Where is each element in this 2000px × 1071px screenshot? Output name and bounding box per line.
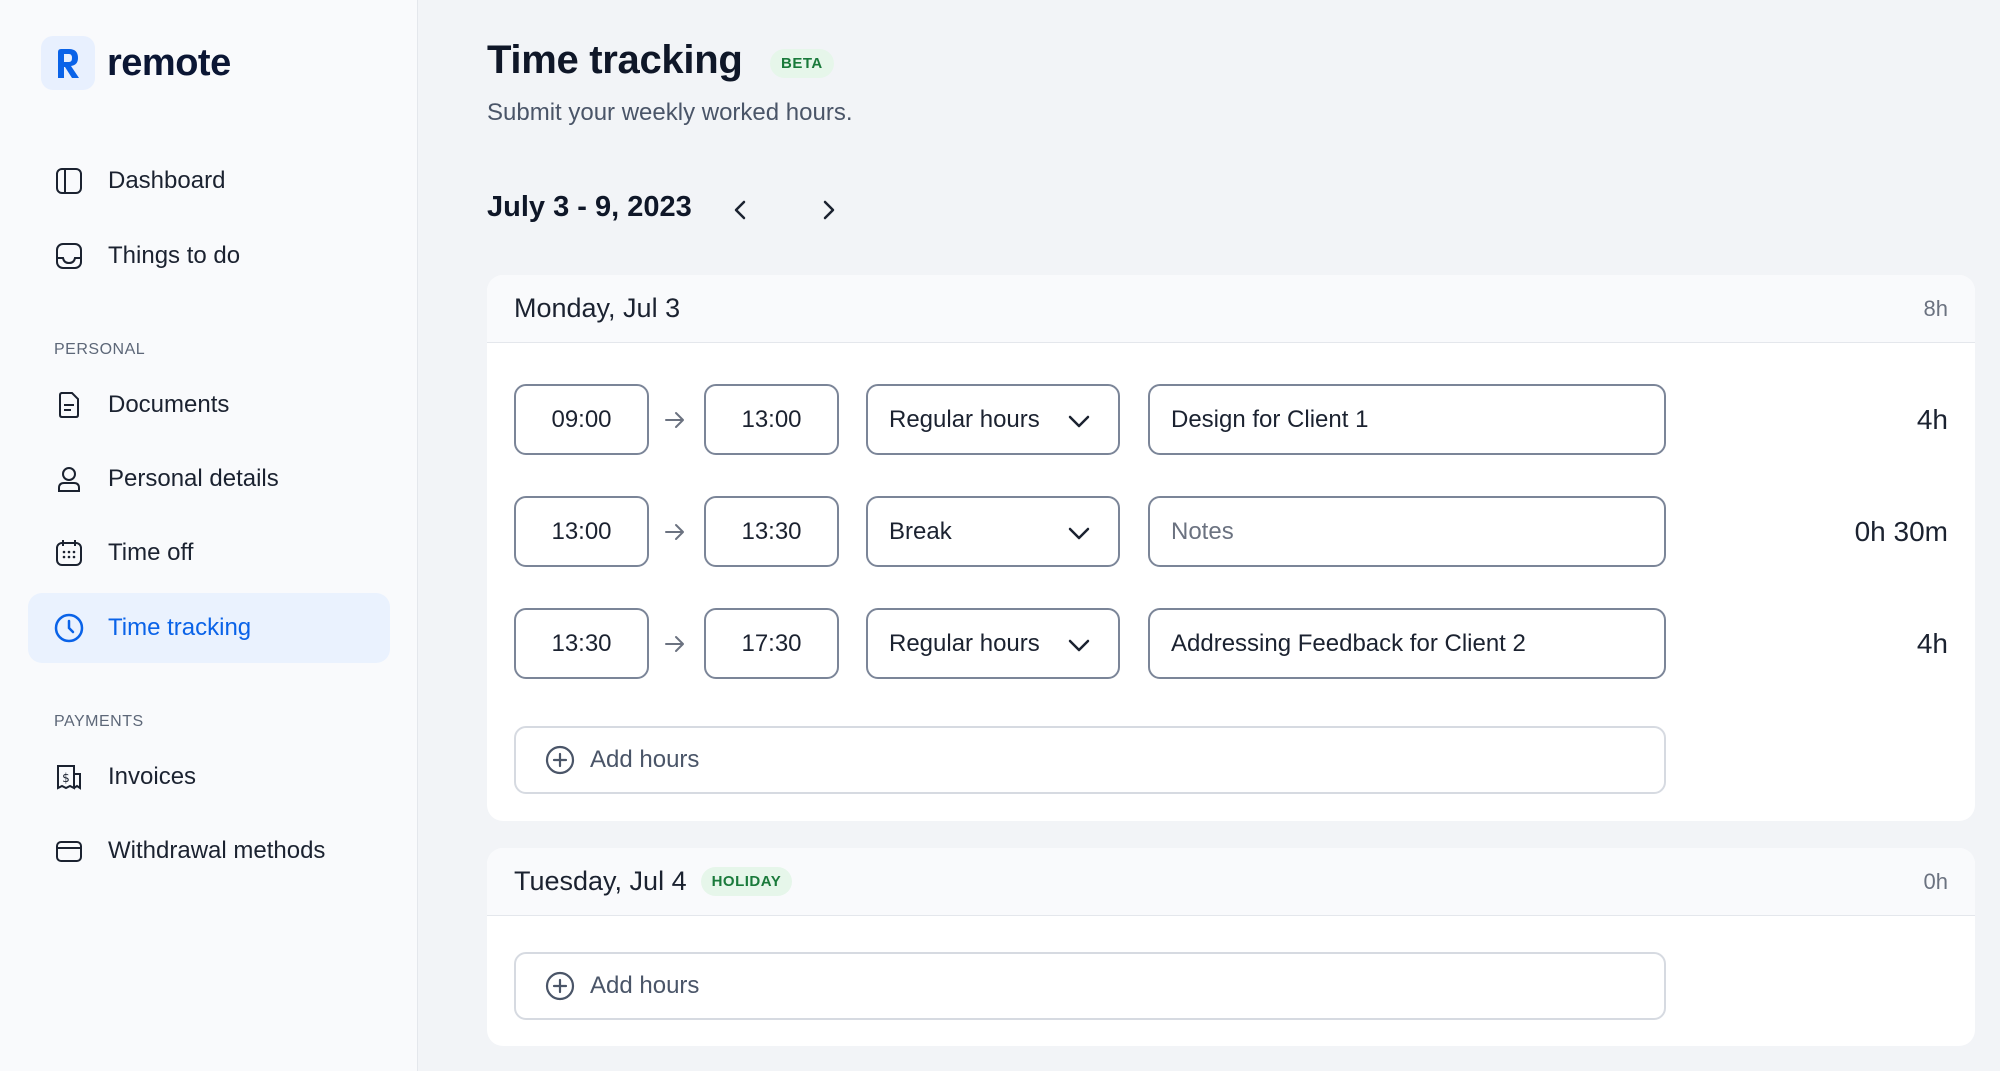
time-entry-row: 13:00 13:30 Break Notes 0h 30m (514, 496, 1948, 568)
add-hours-label: Add hours (590, 746, 700, 773)
section-label-payments: PAYMENTS (54, 713, 144, 730)
sidebar-item-label: Time off (108, 539, 194, 566)
clock-icon (53, 612, 85, 644)
day-card-monday: Monday, Jul 3 8h 09:00 13:00 Regular hou… (487, 275, 1975, 821)
sidebar-item-time-off[interactable]: Time off (28, 518, 390, 588)
page-subtitle: Submit your weekly worked hours. (487, 99, 853, 126)
chevron-down-icon (1068, 415, 1090, 428)
holiday-badge: HOLIDAY (700, 867, 793, 896)
document-icon (53, 389, 85, 421)
plus-circle-icon (545, 971, 575, 1001)
day-card-tuesday: Tuesday, Jul 4 HOLIDAY 0h Add hours (487, 848, 1975, 1046)
notes-input[interactable]: Design for Client 1 (1148, 384, 1666, 455)
hours-type-select[interactable]: Regular hours (866, 608, 1120, 679)
chevron-left-icon (734, 200, 746, 220)
entry-duration: 4h (1916, 404, 1948, 435)
sidebar-item-label: Withdrawal methods (108, 837, 326, 864)
end-time-input[interactable]: 17:30 (704, 608, 839, 679)
next-week-button[interactable] (808, 190, 848, 230)
arrow-right-icon (665, 524, 684, 540)
brand-name: remote (107, 41, 231, 84)
day-title: Monday, Jul 3 (514, 293, 681, 323)
hours-type-value: Regular hours (889, 629, 1040, 657)
arrow-right-icon (665, 412, 684, 428)
day-header: Monday, Jul 3 8h (487, 275, 1975, 343)
sidebar-item-personal-details[interactable]: Personal details (28, 444, 390, 514)
time-entry-row: 09:00 13:00 Regular hours Design for Cli… (514, 384, 1948, 456)
previous-week-button[interactable] (721, 190, 761, 230)
entry-duration: 0h 30m (1854, 516, 1948, 547)
sidebar-item-documents[interactable]: Documents (28, 370, 390, 440)
sidebar-item-label: Dashboard (108, 167, 226, 194)
time-entry-row: 13:30 17:30 Regular hours Addressing Fee… (514, 608, 1948, 680)
sidebar-item-label: Time tracking (108, 614, 252, 641)
start-time-input[interactable]: 13:30 (514, 608, 649, 679)
remote-logo-icon (41, 36, 95, 90)
calendar-icon (53, 537, 85, 569)
plus-circle-icon (545, 745, 575, 775)
beta-badge: BETA (770, 49, 834, 78)
arrow-right-icon (665, 636, 684, 652)
user-icon (53, 463, 85, 495)
notes-input[interactable]: Notes (1148, 496, 1666, 567)
page-title: Time tracking (487, 38, 743, 82)
sidebar: remote Dashboard Things to do PERSONAL D… (0, 0, 418, 1071)
sidebar-item-things-to-do[interactable]: Things to do (28, 221, 390, 291)
chevron-right-icon (823, 200, 835, 220)
sidebar-item-dashboard[interactable]: Dashboard (28, 146, 390, 216)
sidebar-item-invoices[interactable]: $ Invoices (28, 742, 390, 812)
invoice-icon: $ (53, 761, 85, 793)
hours-type-select[interactable]: Break (866, 496, 1120, 567)
main-content: Time tracking BETA Submit your weekly wo… (418, 0, 2000, 1071)
hours-type-value: Break (889, 517, 952, 545)
add-hours-button[interactable]: Add hours (514, 726, 1666, 794)
notes-input[interactable]: Addressing Feedback for Client 2 (1148, 608, 1666, 679)
sidebar-item-label: Invoices (108, 763, 197, 790)
entry-duration: 4h (1916, 628, 1948, 659)
day-total: 0h (1923, 868, 1948, 894)
end-time-input[interactable]: 13:30 (704, 496, 839, 567)
start-time-input[interactable]: 13:00 (514, 496, 649, 567)
chevron-down-icon (1068, 527, 1090, 540)
day-title: Tuesday, Jul 4 (514, 866, 687, 896)
sidebar-item-label: Things to do (108, 242, 241, 269)
add-hours-button[interactable]: Add hours (514, 952, 1666, 1020)
card-icon (53, 835, 85, 867)
logo[interactable]: remote (41, 36, 231, 90)
sidebar-item-label: Documents (108, 391, 230, 418)
start-time-input[interactable]: 09:00 (514, 384, 649, 455)
sidebar-item-time-tracking[interactable]: Time tracking (28, 593, 390, 663)
hours-type-select[interactable]: Regular hours (866, 384, 1120, 455)
end-time-input[interactable]: 13:00 (704, 384, 839, 455)
section-label-personal: PERSONAL (54, 341, 146, 358)
day-total: 8h (1923, 295, 1948, 321)
add-hours-label: Add hours (590, 972, 700, 999)
hours-type-value: Regular hours (889, 405, 1040, 433)
sidebar-item-label: Personal details (108, 465, 279, 492)
day-header: Tuesday, Jul 4 HOLIDAY 0h (487, 848, 1975, 916)
svg-text:$: $ (62, 771, 70, 785)
sidebar-item-withdrawal-methods[interactable]: Withdrawal methods (28, 816, 390, 886)
week-range: July 3 - 9, 2023 (487, 191, 692, 223)
inbox-icon (53, 240, 85, 272)
chevron-down-icon (1068, 639, 1090, 652)
dashboard-icon (53, 165, 85, 197)
